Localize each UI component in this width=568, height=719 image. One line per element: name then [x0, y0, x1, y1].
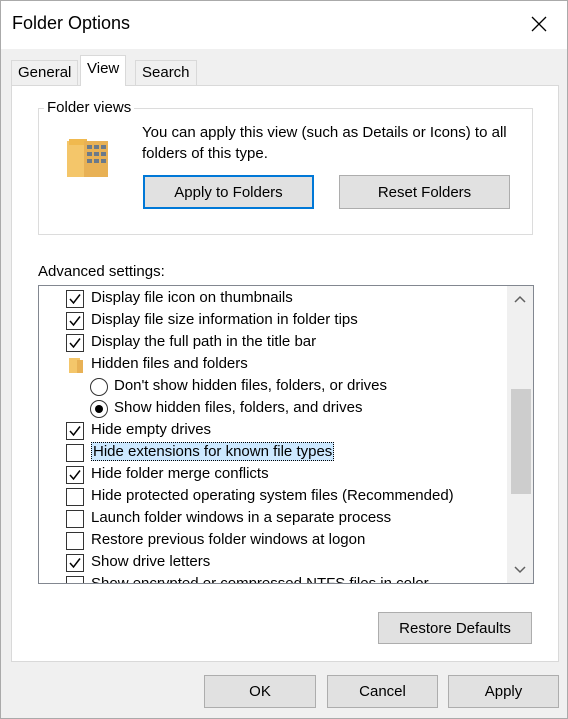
settings-item[interactable]: Restore previous folder windows at logon	[39, 530, 507, 552]
title-bar: Folder Options	[1, 1, 567, 49]
checkbox[interactable]	[66, 532, 84, 550]
folder-views-icon	[67, 139, 108, 177]
cancel-button[interactable]: Cancel	[327, 675, 438, 708]
settings-item[interactable]: Hide empty drives	[39, 420, 507, 442]
tab-view[interactable]: View	[80, 55, 127, 86]
scroll-up-button[interactable]	[507, 288, 533, 310]
settings-item[interactable]: Display file size information in folder …	[39, 310, 507, 332]
settings-item-label: Display the full path in the title bar	[91, 333, 317, 350]
settings-item-label: Restore previous folder windows at logon	[91, 531, 366, 548]
checkbox[interactable]	[66, 576, 84, 583]
settings-item[interactable]: Show drive letters	[39, 552, 507, 574]
settings-item[interactable]: Hide protected operating system files (R…	[39, 486, 507, 508]
settings-item-label: Hide protected operating system files (R…	[91, 487, 454, 504]
settings-item[interactable]: Display the full path in the title bar	[39, 332, 507, 354]
advanced-settings-items: Display file icon on thumbnails Display f…	[39, 286, 507, 583]
settings-item-label: Hidden files and folders	[91, 355, 248, 372]
settings-item-label: Hide folder merge conflicts	[91, 465, 269, 482]
radio-button[interactable]	[90, 378, 108, 396]
checkbox[interactable]	[66, 488, 84, 506]
checkbox[interactable]	[66, 334, 84, 352]
folder-views-legend: Folder views	[44, 99, 135, 116]
ok-button[interactable]: OK	[204, 675, 316, 708]
tab-strip: General View Search	[11, 55, 559, 86]
folder-icon	[69, 358, 83, 373]
advanced-settings-list[interactable]: Display file icon on thumbnails Display f…	[38, 285, 534, 584]
settings-item-label: Show drive letters	[91, 553, 211, 570]
close-icon	[531, 16, 547, 32]
checkbox[interactable]	[66, 466, 84, 484]
check-icon	[69, 316, 81, 327]
scroll-down-button[interactable]	[507, 559, 533, 581]
close-button[interactable]	[519, 7, 559, 41]
settings-item[interactable]: Display file icon on thumbnails	[39, 288, 507, 310]
check-icon	[69, 338, 81, 349]
reset-folders-button[interactable]: Reset Folders	[339, 175, 510, 209]
settings-item[interactable]: Show encrypted or compressed NTFS files …	[39, 574, 507, 583]
check-icon	[69, 470, 81, 481]
checkbox[interactable]	[66, 444, 84, 462]
settings-item: Hidden files and folders	[39, 354, 507, 376]
advanced-settings-label: Advanced settings:	[38, 263, 165, 280]
check-icon	[69, 294, 81, 305]
settings-item[interactable]: Hide folder merge conflicts	[39, 464, 507, 486]
settings-item-label: Hide extensions for known file types	[91, 442, 335, 461]
window-title: Folder Options	[12, 13, 131, 33]
checkbox[interactable]	[66, 422, 84, 440]
settings-item[interactable]: Don't show hidden files, folders, or dri…	[39, 376, 507, 398]
settings-item-label: Don't show hidden files, folders, or dri…	[114, 377, 387, 394]
tab-search[interactable]: Search	[135, 60, 197, 86]
view-tab-panel: Folder views You can apply this view (su…	[11, 85, 559, 662]
vertical-scrollbar[interactable]	[507, 286, 533, 583]
check-icon	[69, 558, 81, 569]
settings-item[interactable]: Launch folder windows in a separate proc…	[39, 508, 507, 530]
settings-item-label: Launch folder windows in a separate proc…	[91, 509, 392, 526]
checkbox[interactable]	[66, 312, 84, 330]
settings-item-label: Display file icon on thumbnails	[91, 289, 293, 306]
folder-views-description: You can apply this view (such as Details…	[142, 124, 507, 162]
folder-views-group: Folder views You can apply this view (su…	[38, 99, 533, 235]
chevron-up-icon	[514, 295, 526, 303]
settings-item[interactable]: Hide extensions for known file types	[39, 442, 507, 464]
apply-button[interactable]: Apply	[448, 675, 559, 708]
folder-options-window: Folder Options General View Search Folde…	[0, 0, 568, 719]
radio-dot	[95, 405, 103, 413]
settings-item-label: Display file size information in folder …	[91, 311, 358, 328]
scrollbar-thumb[interactable]	[511, 389, 531, 494]
settings-item[interactable]: Show hidden files, folders, and drives	[39, 398, 507, 420]
checkbox[interactable]	[66, 510, 84, 528]
chevron-down-icon	[514, 566, 526, 574]
radio-button[interactable]	[90, 400, 108, 418]
settings-item-label: Show hidden files, folders, and drives	[114, 399, 363, 416]
checkbox[interactable]	[66, 290, 84, 308]
apply-to-folders-button[interactable]: Apply to Folders	[143, 175, 314, 209]
checkbox[interactable]	[66, 554, 84, 572]
settings-item-label: Show encrypted or compressed NTFS files …	[91, 575, 429, 583]
restore-defaults-button[interactable]: Restore Defaults	[378, 612, 532, 644]
check-icon	[69, 426, 81, 437]
tab-general[interactable]: General	[11, 60, 79, 86]
settings-item-label: Hide empty drives	[91, 421, 212, 438]
